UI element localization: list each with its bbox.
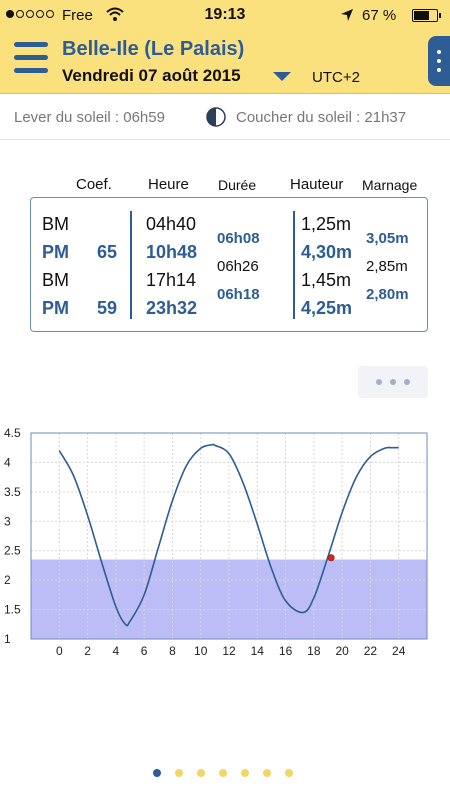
tide-height: 1,45m: [301, 270, 352, 290]
app-header: Belle-Ile (Le Palais) Vendredi 07 août 2…: [0, 30, 450, 94]
current-time-point: [327, 554, 335, 562]
timezone-label: UTC+2: [312, 69, 360, 86]
sun-times: Lever du soleil : 06h59 Coucher du solei…: [0, 105, 450, 129]
x-tick-label: 6: [141, 644, 148, 658]
y-tick-label: 3: [4, 514, 11, 528]
y-tick-label: 4.5: [4, 426, 21, 440]
status-bar: Free 19:13 67 %: [0, 0, 450, 30]
more-tides-button[interactable]: [358, 366, 428, 398]
tide-type: PM: [42, 298, 69, 318]
page-dot[interactable]: [285, 769, 293, 777]
page-dot[interactable]: [219, 769, 227, 777]
header-range: Marnage: [362, 177, 418, 193]
tide-type: PM: [42, 242, 69, 262]
x-tick-label: 16: [279, 644, 293, 658]
tide-type: BM: [42, 214, 69, 234]
tide-chart: 0 2 4 6 8 10 12 14 16 18 20 22 2411.522.533.544.5: [4, 426, 428, 658]
header-coef: Coef.: [76, 176, 112, 193]
x-tick-label: 0: [56, 644, 63, 658]
tide-time: 17h14: [146, 270, 197, 290]
battery-percent: 67 %: [362, 7, 397, 24]
tide-table: BM 04h40 1,25m PM 65 10h48 4,30m BM 17h1…: [30, 197, 428, 332]
shaded-area: [31, 559, 427, 639]
chevron-down-icon[interactable]: [273, 72, 291, 81]
location-arrow-icon: [341, 9, 353, 21]
x-tick-label: 22: [364, 644, 378, 658]
tide-time: 04h40: [146, 214, 197, 234]
tide-height: 4,25m: [301, 298, 353, 318]
tide-duration: 06h26: [217, 258, 259, 275]
tide-range: 2,85m: [366, 258, 408, 275]
header-time: Heure: [148, 176, 189, 193]
tide-height: 1,25m: [301, 214, 352, 234]
tide-duration: 06h08: [217, 230, 260, 247]
header-height: Hauteur: [290, 176, 344, 193]
moon-phase-icon: [206, 107, 226, 127]
more-options-icon[interactable]: [428, 36, 450, 86]
page-indicator[interactable]: [153, 769, 293, 777]
column-divider: [293, 211, 295, 319]
tide-time: 10h48: [146, 242, 198, 262]
x-tick-label: 8: [169, 644, 176, 658]
page-dot[interactable]: [153, 769, 161, 777]
divider: [0, 139, 450, 140]
x-tick-label: 20: [335, 644, 349, 658]
tide-coef: 65: [97, 242, 118, 262]
hamburger-menu-icon[interactable]: [14, 42, 48, 78]
tide-type: BM: [42, 270, 69, 290]
y-tick-label: 2.5: [4, 544, 21, 558]
column-divider: [130, 211, 132, 319]
page-dot[interactable]: [197, 769, 205, 777]
tide-height: 4,30m: [301, 242, 353, 262]
y-tick-label: 2: [4, 573, 11, 587]
tide-range: 2,80m: [366, 286, 409, 303]
battery-icon: [412, 9, 441, 22]
location-title[interactable]: Belle-Ile (Le Palais): [62, 38, 244, 61]
tide-time: 23h32: [146, 298, 198, 318]
sunset-text: Coucher du soleil : 21h37: [236, 109, 407, 126]
y-tick-label: 1: [4, 632, 11, 646]
x-tick-label: 14: [251, 644, 265, 658]
tide-duration: 06h18: [217, 286, 260, 303]
x-tick-label: 2: [84, 644, 91, 658]
y-tick-label: 1.5: [4, 603, 21, 617]
page-dot[interactable]: [241, 769, 249, 777]
x-tick-label: 18: [307, 644, 321, 658]
x-tick-label: 24: [392, 644, 406, 658]
page-dot[interactable]: [263, 769, 271, 777]
x-tick-label: 4: [113, 644, 120, 658]
x-tick-label: 12: [222, 644, 236, 658]
x-tick-label: 10: [194, 644, 208, 658]
page-dot[interactable]: [175, 769, 183, 777]
y-tick-label: 4: [4, 455, 11, 469]
tide-range: 3,05m: [366, 230, 409, 247]
date-selector[interactable]: Vendredi 07 août 2015: [62, 66, 241, 86]
tide-coef: 59: [97, 298, 118, 318]
y-tick-label: 3.5: [4, 485, 21, 499]
sunrise-text: Lever du soleil : 06h59: [14, 109, 165, 126]
header-duration: Durée: [218, 177, 257, 193]
